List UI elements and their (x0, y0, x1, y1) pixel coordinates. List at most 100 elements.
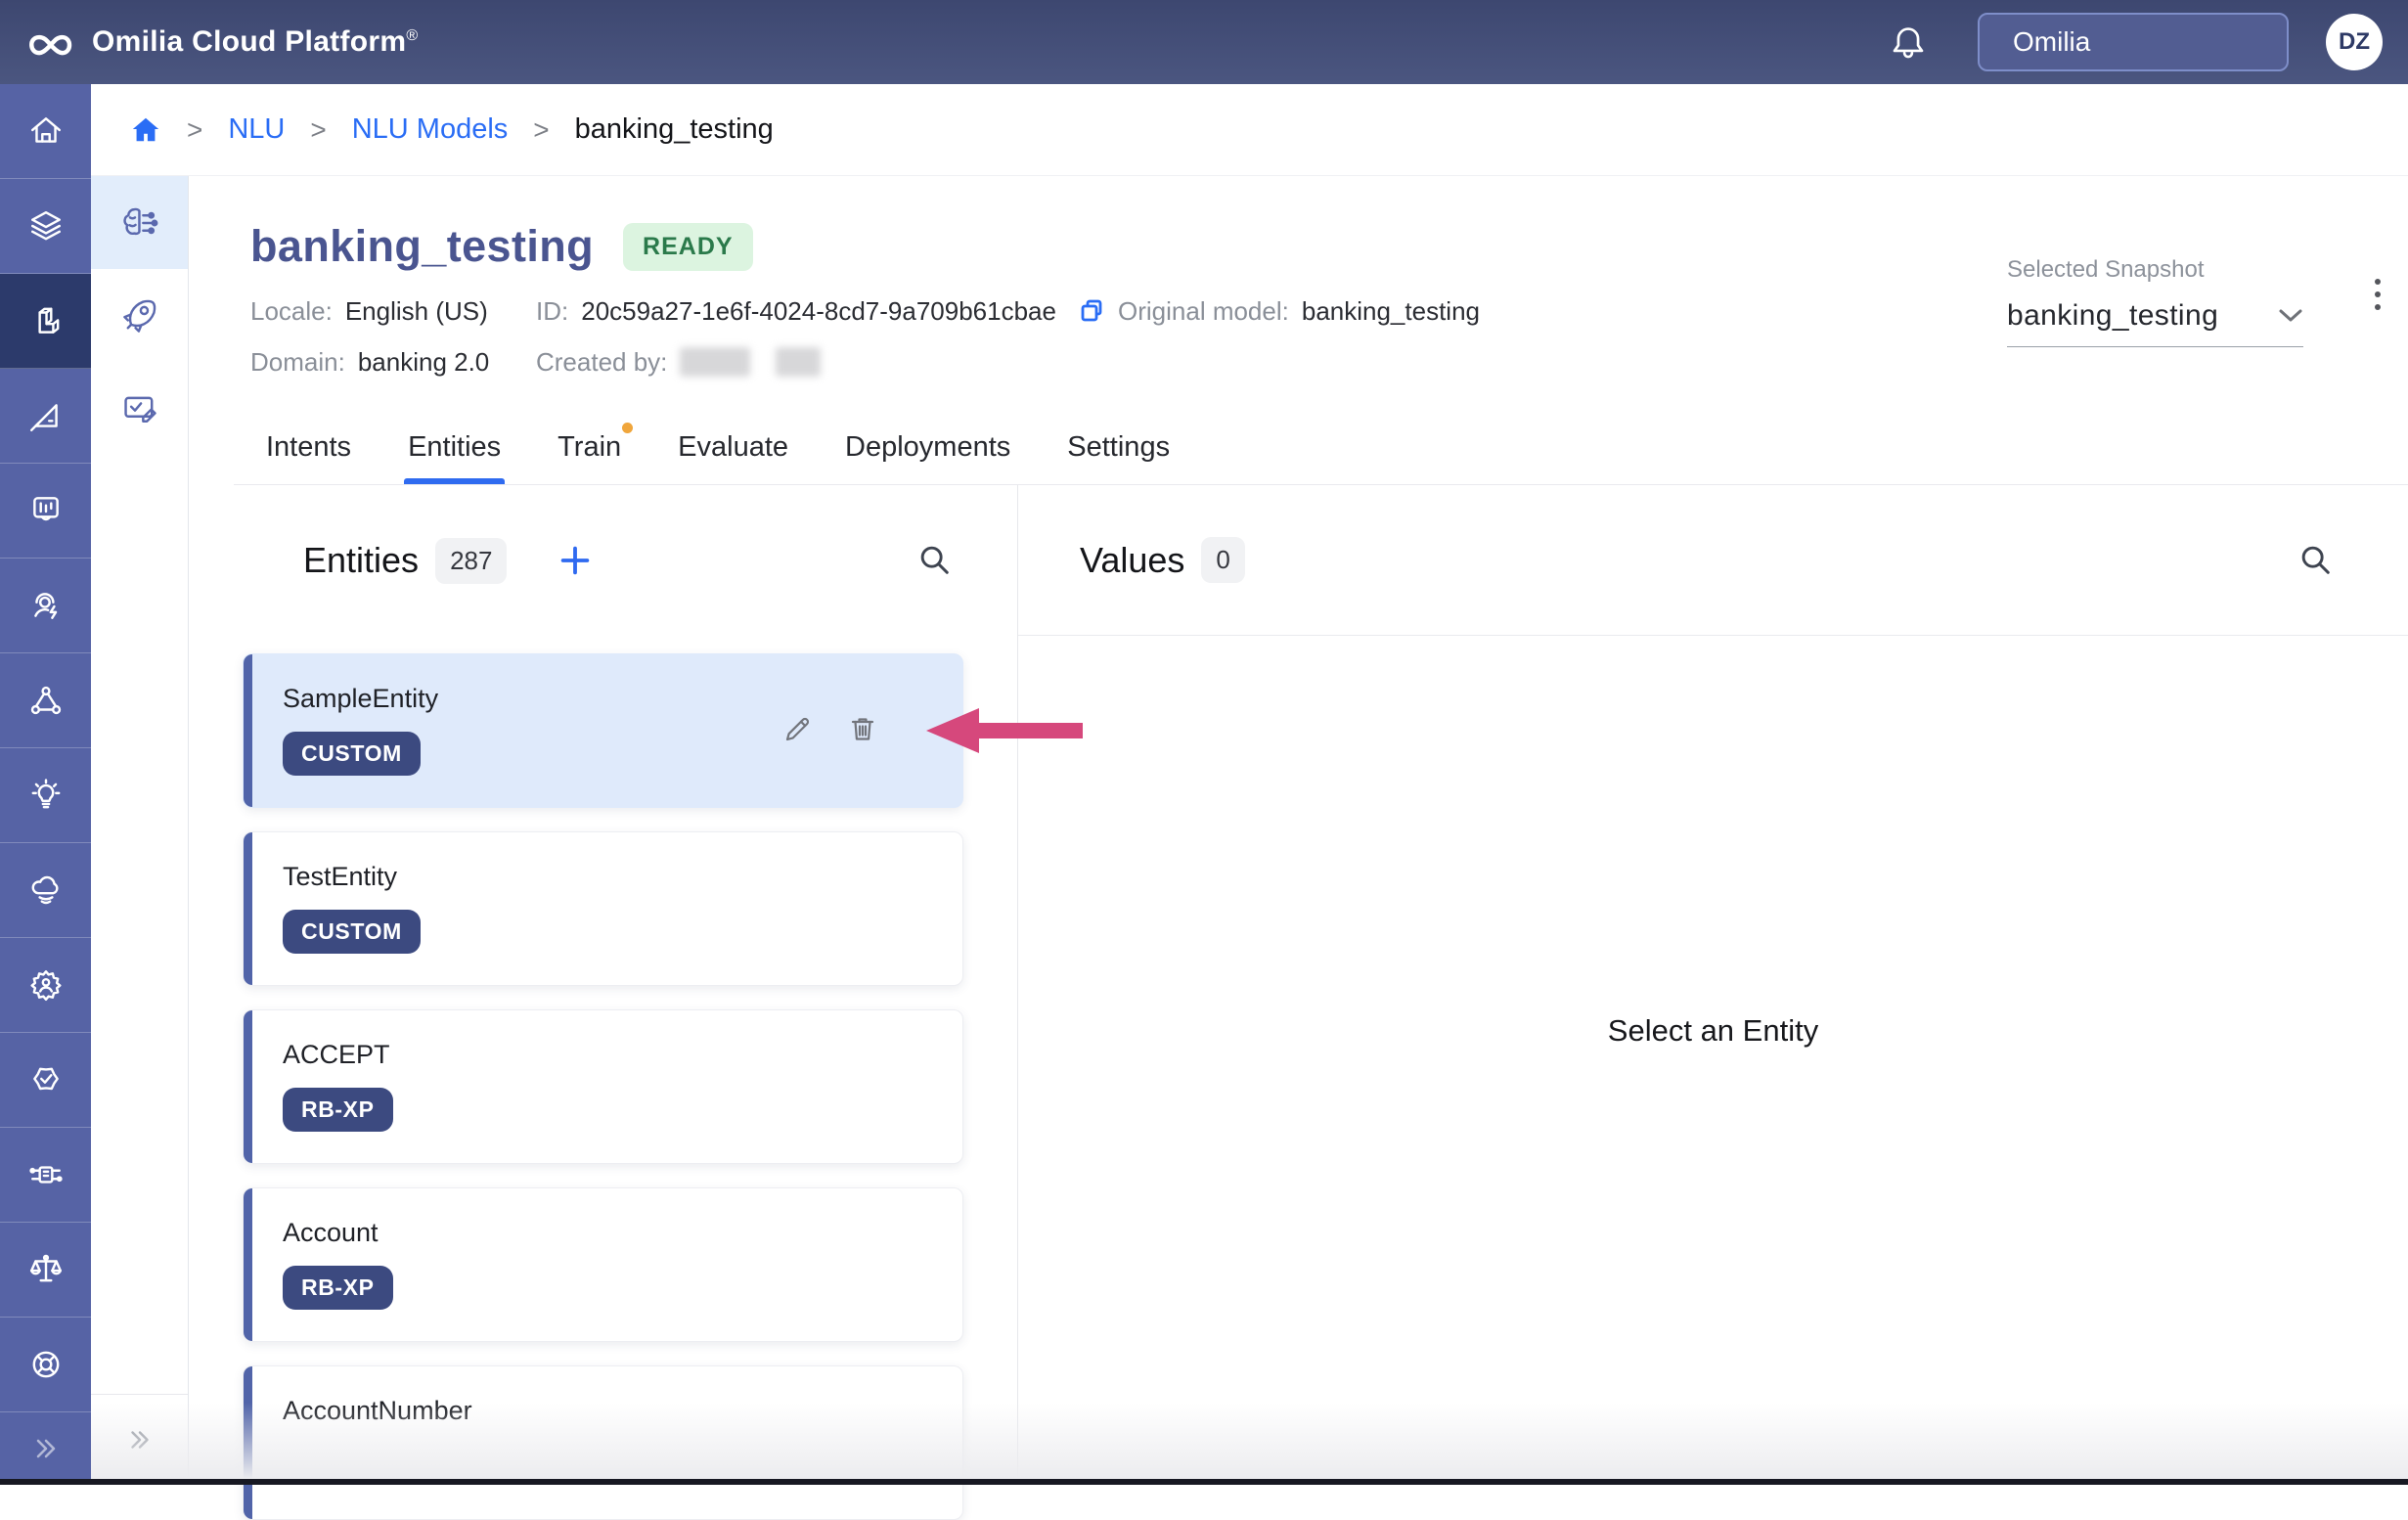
add-entity-button[interactable] (557, 543, 593, 578)
primary-sidebar (0, 84, 91, 1485)
entities-search-button[interactable] (916, 542, 954, 579)
breadcrumb-separator: > (533, 114, 549, 146)
entity-type-badge: RB-XP (283, 1088, 393, 1132)
domain-label: Domain: (250, 347, 345, 378)
kebab-menu-icon[interactable] (2375, 279, 2381, 310)
entities-title: Entities (303, 540, 419, 581)
entity-name: SampleEntity (283, 684, 962, 714)
sidebar-item-home[interactable] (0, 84, 91, 179)
sidebar-item-deploy[interactable] (91, 269, 188, 362)
primary-sidebar-expand-button[interactable] (0, 1412, 91, 1485)
entity-card-accept[interactable]: ACCEPT RB-XP (243, 1009, 963, 1164)
tab-entities[interactable]: Entities (408, 411, 501, 484)
snapshot-value: banking_testing (2007, 299, 2218, 333)
trash-icon (847, 713, 878, 744)
secondary-sidebar (91, 176, 189, 1485)
sidebar-item-quality[interactable] (0, 1033, 91, 1128)
tab-train[interactable]: Train (557, 411, 621, 484)
domain-value: banking 2.0 (358, 347, 489, 378)
brand-title: Omilia Cloud Platform® (92, 25, 418, 59)
sidebar-item-graph[interactable] (0, 653, 91, 748)
tab-intents[interactable]: Intents (266, 411, 351, 484)
copy-id-button[interactable] (1078, 296, 1107, 326)
rocket-icon (120, 296, 159, 335)
snapshot-dropdown[interactable]: banking_testing (2007, 299, 2303, 347)
lifebuoy-icon (28, 1347, 64, 1382)
delete-entity-button[interactable] (847, 713, 878, 744)
tab-deployments[interactable]: Deployments (845, 411, 1010, 484)
created-by-label: Created by: (536, 347, 667, 378)
sidebar-item-nlu[interactable] (91, 176, 188, 269)
original-model-label: Original model: (1118, 296, 1289, 327)
feedback-bubble-icon (28, 493, 64, 528)
redacted-created-by (776, 347, 821, 377)
entity-name: TestEntity (283, 862, 962, 892)
entity-type-badge: CUSTOM (283, 732, 421, 776)
sidebar-item-legal[interactable] (0, 1223, 91, 1318)
breadcrumb-link-nlu-models[interactable]: NLU Models (352, 113, 509, 146)
chevron-down-icon (2278, 307, 2303, 325)
entity-card-account[interactable]: Account RB-XP (243, 1187, 963, 1342)
secondary-sidebar-expand-button[interactable] (91, 1394, 188, 1485)
values-count-badge: 0 (1201, 537, 1244, 583)
sidebar-item-integrations[interactable] (0, 1128, 91, 1223)
status-badge: READY (623, 223, 753, 271)
page-title: banking_testing (250, 221, 594, 272)
organization-selector[interactable]: Omilia (1978, 13, 2289, 71)
entities-panel: Entities 287 SampleEntity CUSTOM (189, 485, 1017, 1485)
notifications-bell-icon[interactable] (1890, 23, 1927, 61)
breadcrumb-separator: > (187, 114, 202, 146)
sidebar-item-models[interactable] (0, 179, 91, 274)
badge-check-icon (28, 1062, 64, 1097)
model-header: banking_testing READY Locale: English (U… (189, 176, 2408, 411)
entity-card-accountnumber[interactable]: AccountNumber (243, 1365, 963, 1520)
locale-label: Locale: (250, 296, 333, 327)
cloud-stream-icon (28, 872, 64, 908)
form-check-icon (120, 389, 159, 428)
expand-chevrons-icon (30, 1433, 62, 1464)
values-panel: Values 0 Select an Entity (1017, 485, 2408, 1485)
entity-card-sampleentity[interactable]: SampleEntity CUSTOM (243, 653, 963, 808)
entity-type-badge: RB-XP (283, 1266, 393, 1310)
values-title: Values (1080, 540, 1184, 581)
breadcrumb-link-nlu[interactable]: NLU (228, 113, 285, 146)
sidebar-item-agents[interactable] (0, 559, 91, 653)
tab-evaluate[interactable]: Evaluate (678, 411, 788, 484)
expand-chevrons-icon (125, 1425, 155, 1454)
id-value: 20c59a27-1e6f-4024-8cd7-9a709b61cbae (581, 296, 1056, 327)
edit-entity-button[interactable] (780, 713, 812, 744)
selected-snapshot-label: Selected Snapshot (2007, 256, 2303, 284)
values-empty-message: Select an Entity (1018, 1013, 2408, 1049)
edit-pencil-icon (780, 713, 812, 744)
brain-circuit-icon (120, 203, 159, 243)
set-square-icon (28, 398, 64, 433)
entities-count-badge: 287 (435, 538, 507, 584)
omilia-cloud-logo-icon (22, 22, 76, 63)
user-avatar[interactable]: DZ (2326, 14, 2383, 70)
sidebar-item-builder[interactable] (0, 274, 91, 369)
scales-icon (28, 1252, 64, 1287)
main-content: banking_testing READY Locale: English (U… (189, 176, 2408, 1485)
breadcrumb: > NLU > NLU Models > banking_testing (91, 84, 2408, 176)
breadcrumb-separator: > (310, 114, 326, 146)
sidebar-item-support[interactable] (0, 1318, 91, 1412)
gear-user-icon (28, 967, 64, 1003)
entity-card-testentity[interactable]: TestEntity CUSTOM (243, 831, 963, 986)
tab-settings[interactable]: Settings (1067, 411, 1170, 484)
sidebar-item-insights[interactable] (0, 748, 91, 843)
sidebar-item-admin[interactable] (0, 938, 91, 1033)
circuit-icon (28, 1157, 64, 1192)
breadcrumb-current-page: banking_testing (575, 113, 774, 146)
values-search-button[interactable] (2297, 542, 2335, 579)
layers-icon (28, 208, 64, 244)
locale-value: English (US) (345, 296, 488, 327)
sidebar-item-annotation[interactable] (91, 362, 188, 455)
sidebar-item-feedback[interactable] (0, 464, 91, 559)
sidebar-item-cloud[interactable] (0, 843, 91, 938)
copy-icon (1078, 296, 1107, 326)
graph-nodes-icon (28, 683, 64, 718)
breadcrumb-home-icon[interactable] (130, 114, 161, 146)
sidebar-item-design[interactable] (0, 369, 91, 464)
original-model-value: banking_testing (1302, 296, 1480, 327)
lightbulb-icon (28, 778, 64, 813)
